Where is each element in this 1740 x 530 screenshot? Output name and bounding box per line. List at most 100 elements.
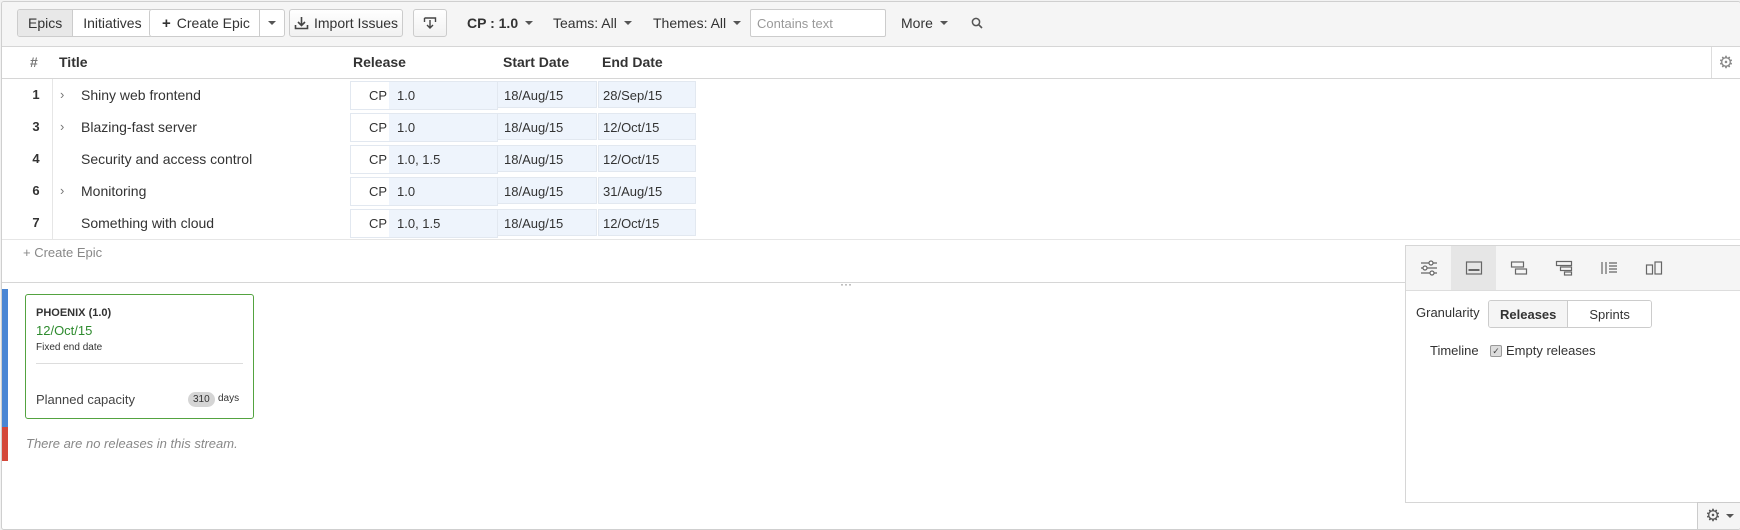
epic-title[interactable]: Blazing-fast server [81, 111, 197, 143]
timeline-label: Timeline [1430, 343, 1479, 358]
tab-release-display[interactable] [1451, 246, 1496, 290]
teams-filter-dropdown[interactable]: Teams: All [553, 9, 632, 37]
table-row[interactable]: 6 › Monitoring CP 1.0 18/Aug/15 31/Aug/15 [2, 175, 1740, 208]
themes-filter-label: Themes: All [653, 15, 727, 31]
release-name: PHOENIX (1.0) [36, 307, 112, 319]
tab-initiatives[interactable]: Initiatives [73, 10, 151, 36]
tab-layout-display[interactable] [1631, 246, 1676, 290]
view-toggle: Epics Initiatives [17, 9, 153, 37]
granularity-label: Granularity [1416, 305, 1480, 320]
tab-columns-display[interactable] [1586, 246, 1631, 290]
panel-bottom-icon [1465, 261, 1482, 275]
empty-stream-message: There are no releases in this stream. [26, 436, 238, 451]
search-icon [971, 17, 983, 29]
chevron-down-icon [267, 21, 276, 25]
settings-toggle-button[interactable]: ⚙ [1697, 502, 1740, 529]
app-frame: Epics Initiatives + Create Epic Import I… [1, 1, 1740, 530]
capacity-badge: 310 [188, 392, 215, 407]
table-row[interactable]: 4 Security and access control CP 1.0, 1.5 18… [2, 143, 1740, 176]
epic-title[interactable]: Shiny web frontend [81, 79, 201, 111]
table-header: # Title Release Start Date End Date ⚙ [2, 47, 1740, 79]
export-button[interactable] [413, 9, 447, 37]
start-date-cell[interactable]: 18/Aug/15 [497, 81, 597, 108]
empty-releases-checkbox[interactable]: ✓ [1490, 345, 1502, 357]
create-epic-link[interactable]: + Create Epic [23, 245, 102, 260]
more-dropdown[interactable]: More [901, 9, 948, 37]
release-cell[interactable]: CP 1.0, 1.5 [350, 145, 498, 174]
stream-indicator-red [2, 427, 8, 461]
end-date-cell[interactable]: 12/Oct/15 [598, 145, 696, 172]
stream-indicator-blue [2, 289, 8, 427]
start-date-cell[interactable]: 18/Aug/15 [497, 177, 597, 204]
end-date-cell[interactable]: 28/Sep/15 [598, 81, 696, 108]
column-header-title[interactable]: Title [59, 47, 88, 78]
import-issues-button[interactable]: Import Issues [289, 9, 403, 37]
start-date-cell[interactable]: 18/Aug/15 [497, 113, 597, 140]
chevron-down-icon [525, 21, 534, 25]
chevron-down-icon [623, 21, 632, 25]
create-epic-group: + Create Epic [149, 9, 285, 37]
release-cell[interactable]: CP 1.0 [350, 177, 498, 206]
release-card[interactable]: PHOENIX (1.0) 12/Oct/15 Fixed end date P… [25, 294, 254, 419]
gantt-icon [1510, 261, 1527, 275]
release-value: 1.0, 1.5 [389, 210, 497, 237]
chevron-down-icon [733, 21, 742, 25]
start-date-cell[interactable]: 18/Aug/15 [497, 209, 597, 236]
toolbar: Epics Initiatives + Create Epic Import I… [2, 2, 1740, 47]
create-epic-button[interactable]: + Create Epic [150, 10, 260, 36]
epic-title[interactable]: Something with cloud [81, 207, 214, 239]
chevron-down-icon [939, 21, 948, 25]
empty-releases-label[interactable]: Empty releases [1506, 343, 1596, 358]
release-value: 1.0, 1.5 [389, 146, 497, 173]
create-epic-dropdown-button[interactable] [260, 10, 284, 36]
end-date-cell[interactable]: 31/Aug/15 [598, 177, 696, 204]
chevron-right-icon[interactable]: › [60, 111, 64, 143]
tab-filter-settings[interactable] [1406, 246, 1451, 290]
granularity-toggle: Releases Sprints [1488, 300, 1652, 328]
themes-filter-dropdown[interactable]: Themes: All [653, 9, 742, 37]
resize-handle[interactable]: ··· [840, 277, 852, 291]
column-header-end-date[interactable]: End Date [602, 47, 663, 78]
row-number: 4 [20, 143, 53, 175]
release-cell[interactable]: CP 1.0 [350, 81, 498, 110]
plus-icon: + [162, 14, 171, 32]
release-value: 1.0 [389, 82, 497, 109]
column-header-start-date[interactable]: Start Date [503, 47, 569, 78]
project-key: CP [369, 152, 388, 167]
end-date-cell[interactable]: 12/Oct/15 [598, 113, 696, 140]
more-label: More [901, 15, 933, 31]
column-settings-button[interactable]: ⚙ [1711, 47, 1740, 78]
search-button[interactable] [971, 9, 983, 37]
table-row[interactable]: 1 › Shiny web frontend CP 1.0 18/Aug/15 28/Sep… [2, 79, 1740, 112]
release-cell[interactable]: CP 1.0, 1.5 [350, 209, 498, 238]
search-input[interactable] [750, 9, 886, 37]
table-row[interactable]: 3 › Blazing-fast server CP 1.0 18/Aug/15 12/Oc… [2, 111, 1740, 144]
column-header-release[interactable]: Release [353, 47, 406, 78]
row-number: 1 [20, 79, 53, 111]
chevron-right-icon[interactable]: › [60, 79, 64, 111]
granularity-option-sprints[interactable]: Sprints [1568, 301, 1651, 327]
release-date-type: Fixed end date [36, 342, 103, 353]
settings-tabs [1406, 246, 1740, 291]
chevron-down-icon [1725, 514, 1734, 518]
tab-schedule-display[interactable] [1496, 246, 1541, 290]
granularity-option-releases[interactable]: Releases [1489, 301, 1569, 327]
epic-title[interactable]: Security and access control [81, 143, 252, 175]
capacity-unit: days [218, 393, 240, 404]
table-row[interactable]: 7 Something with cloud CP 1.0, 1.5 18/Aug/15… [2, 207, 1740, 240]
release-cell[interactable]: CP 1.0 [350, 113, 498, 142]
sliders-icon [1420, 260, 1437, 276]
end-date-cell[interactable]: 12/Oct/15 [598, 209, 696, 236]
create-epic-label: Create Epic [176, 15, 250, 31]
epic-title[interactable]: Monitoring [81, 175, 146, 207]
project-key: CP [369, 88, 388, 103]
row-number: 3 [20, 111, 53, 143]
tab-hierarchy-display[interactable] [1541, 246, 1586, 290]
capacity-label: Planned capacity [36, 392, 136, 407]
tab-epics[interactable]: Epics [18, 10, 74, 36]
chevron-right-icon[interactable]: › [60, 175, 64, 207]
import-issues-label: Import Issues [313, 15, 399, 31]
release-filter-dropdown[interactable]: CP : 1.0 [467, 9, 534, 37]
start-date-cell[interactable]: 18/Aug/15 [497, 145, 597, 172]
list-icon [1600, 262, 1617, 274]
